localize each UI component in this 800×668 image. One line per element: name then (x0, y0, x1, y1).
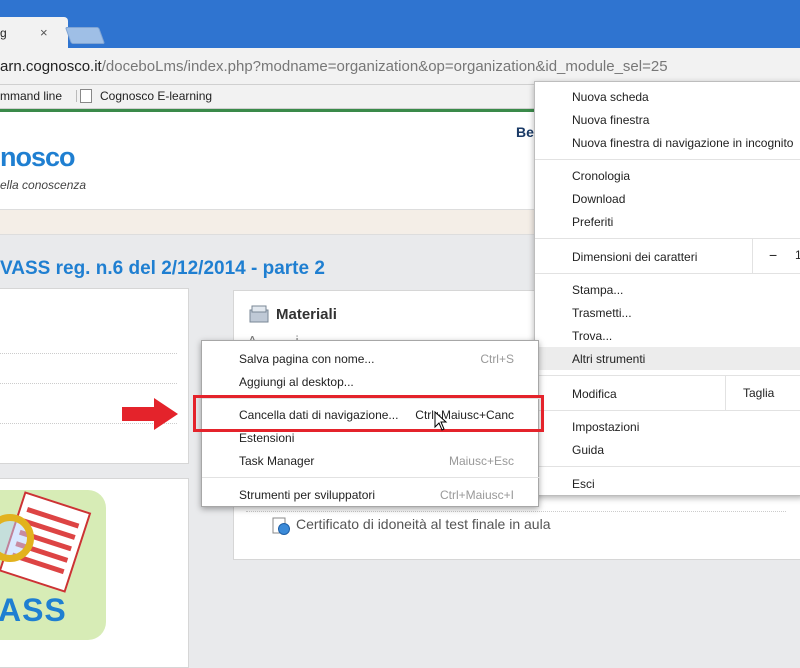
cut-button[interactable]: Taglia (725, 376, 800, 410)
materials-title: Materiali (276, 306, 337, 323)
active-tab[interactable]: g × (0, 17, 68, 48)
menu-separator (535, 466, 800, 467)
submenu-item-task-manager[interactable]: Task Manager Maiusc+Esc (202, 449, 540, 472)
site-logo[interactable]: nosco (0, 142, 76, 173)
menu-item-downloads[interactable]: Download (535, 187, 800, 210)
left-panel (0, 288, 189, 464)
new-tab-button[interactable] (64, 27, 106, 44)
omnibox-bar: arn.cognosco.it/doceboLms/index.php?modn… (0, 48, 800, 85)
menu-item-edit: Modifica Taglia (535, 376, 800, 410)
menu-item-bookmarks[interactable]: Preferiti (535, 210, 800, 233)
submenu-item-add-to-desktop[interactable]: Aggiungi al desktop... (202, 370, 540, 393)
divider (0, 383, 177, 384)
tab-close-icon[interactable]: × (40, 25, 48, 40)
zoom-out-button[interactable]: − (769, 247, 777, 263)
menu-item-help[interactable]: Guida (535, 438, 800, 461)
tab-title: g (0, 26, 7, 40)
menu-item-print[interactable]: Stampa... (535, 278, 800, 301)
menu-item-incognito-window[interactable]: Nuova finestra di navigazione in incogni… (535, 131, 800, 154)
menu-item-find[interactable]: Trova... (535, 324, 800, 347)
menu-item-cast[interactable]: Trasmetti... (535, 301, 800, 324)
highlight-box (193, 395, 544, 432)
materials-box-icon (249, 305, 269, 323)
submenu-item-save-page[interactable]: Salva pagina con nome... Ctrl+S (202, 347, 540, 370)
menu-separator (535, 410, 800, 411)
vass-logo-icon: VASS (0, 490, 106, 640)
menu-separator (202, 477, 540, 478)
menu-item-history[interactable]: Cronologia (535, 164, 800, 187)
menu-separator (535, 159, 800, 160)
cut-label: Taglia (743, 386, 775, 400)
browser-tabstrip: g × (0, 0, 800, 48)
submenu-item-developer-tools[interactable]: Strumenti per sviluppatori Ctrl+Maiusc+I (202, 483, 540, 506)
menu-item-settings[interactable]: Impostazioni (535, 415, 800, 438)
mouse-cursor-icon (434, 411, 448, 431)
bookmark-cognosco[interactable]: Cognosco E-learning (100, 89, 212, 103)
menu-item-new-tab[interactable]: Nuova scheda (535, 85, 800, 108)
zoom-controls: − 1 (752, 239, 800, 273)
url-host: arn.cognosco.it (0, 58, 102, 75)
list-item[interactable]: Certificato di idoneità al test finale i… (246, 511, 786, 537)
menu-item-more-tools[interactable]: Altri strumenti (535, 347, 800, 370)
certificate-globe-icon (272, 517, 290, 535)
bookmark-command-line[interactable]: mmand line (0, 89, 62, 103)
certificate-item-label: Certificato di idoneità al test finale i… (296, 516, 551, 532)
bookmark-page-icon (80, 89, 92, 103)
logo-tagline: ella conoscenza (0, 178, 87, 192)
address-bar[interactable]: arn.cognosco.it/doceboLms/index.php?modn… (0, 58, 668, 75)
chrome-main-menu: Nuova scheda Nuova finestra Nuova finest… (534, 81, 800, 496)
zoom-level: 1 (795, 248, 800, 262)
menu-separator (535, 273, 800, 274)
divider (0, 353, 177, 354)
header-link[interactable]: Be (516, 124, 534, 140)
menu-item-exit[interactable]: Esci (535, 472, 800, 495)
menu-item-font-size: Dimensioni dei caratteri − 1 (535, 239, 800, 273)
red-arrow-icon (122, 398, 178, 430)
url-path: /doceboLms/index.php?modname=organizatio… (101, 58, 668, 75)
vass-label: VASS (0, 592, 67, 628)
menu-item-new-window[interactable]: Nuova finestra (535, 108, 800, 131)
page-title: VASS reg. n.6 del 2/12/2014 - parte 2 (0, 258, 325, 279)
